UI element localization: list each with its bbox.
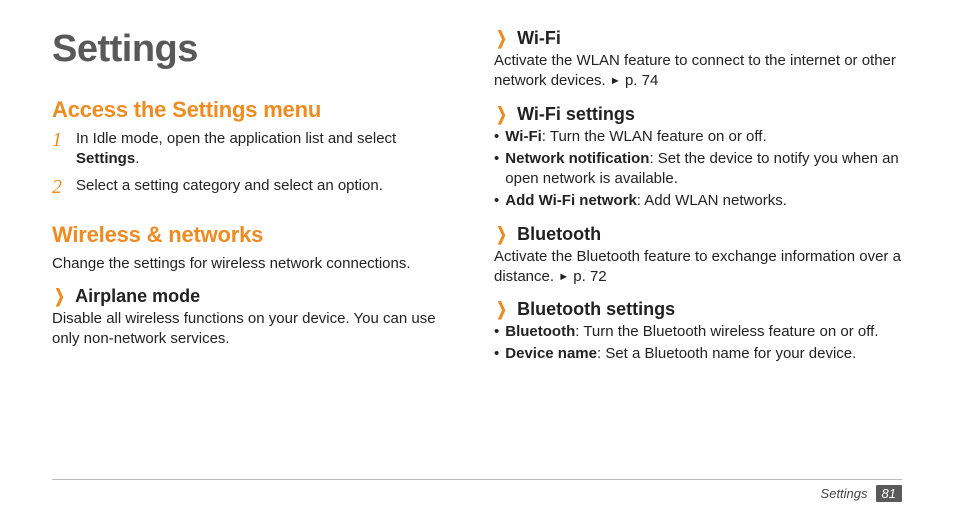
bullet-icon: • xyxy=(494,149,499,169)
wifi-body-pre: Activate the WLAN feature to connect to … xyxy=(494,52,896,89)
wifi-settings-item-2: • Add Wi-Fi network: Add WLAN networks. xyxy=(494,191,902,211)
step-1-number: 1 xyxy=(52,129,68,151)
airplane-mode-heading: Airplane mode xyxy=(75,286,200,307)
wifi-heading: Wi-Fi xyxy=(517,28,561,49)
step-2-pre: Select a setting category and select an … xyxy=(76,177,383,194)
bluetooth-settings-item-1-rest: : Set a Bluetooth name for your device. xyxy=(597,345,856,362)
step-1-pre: In Idle mode, open the application list … xyxy=(76,130,396,147)
triangle-right-icon: ► xyxy=(610,74,621,89)
wifi-body: Activate the WLAN feature to connect to … xyxy=(494,51,902,92)
triangle-right-icon: ► xyxy=(558,270,569,285)
wifi-settings-item-0-bold: Wi-Fi xyxy=(505,128,542,145)
wifi-settings-item-1: • Network notification: Set the device t… xyxy=(494,149,902,190)
step-2: 2 Select a setting category and select a… xyxy=(52,176,460,198)
left-column: Settings Access the Settings menu 1 In I… xyxy=(52,28,460,478)
chevron-right-icon: ❯ xyxy=(496,224,507,245)
airplane-mode-heading-row: ❯ Airplane mode xyxy=(52,286,460,307)
chevron-right-icon: ❯ xyxy=(54,286,65,307)
chevron-right-icon: ❯ xyxy=(496,104,507,125)
bluetooth-settings-item-0-rest: : Turn the Bluetooth wireless feature on… xyxy=(575,323,878,340)
airplane-mode-body: Disable all wireless functions on your d… xyxy=(52,309,460,350)
wifi-settings-item-1-bold: Network notification xyxy=(505,150,649,167)
bluetooth-settings-item-1: • Device name: Set a Bluetooth name for … xyxy=(494,344,902,364)
bluetooth-settings-heading: Bluetooth settings xyxy=(517,299,675,320)
wifi-settings-item-2-bold: Add Wi-Fi network xyxy=(505,192,637,209)
page-footer: Settings 81 xyxy=(821,485,902,502)
step-1: 1 In Idle mode, open the application lis… xyxy=(52,129,460,170)
chevron-right-icon: ❯ xyxy=(496,299,507,320)
bullet-icon: • xyxy=(494,127,499,147)
footer-section-label: Settings xyxy=(821,486,868,501)
step-2-number: 2 xyxy=(52,176,68,198)
bullet-icon: • xyxy=(494,191,499,211)
step-1-text: In Idle mode, open the application list … xyxy=(76,129,460,170)
wifi-settings-item-2-rest: : Add WLAN networks. xyxy=(637,192,787,209)
bluetooth-body-pre: Activate the Bluetooth feature to exchan… xyxy=(494,248,901,285)
bluetooth-settings-item-0: • Bluetooth: Turn the Bluetooth wireless… xyxy=(494,322,902,342)
bluetooth-settings-item-1-bold: Device name xyxy=(505,345,597,362)
footer-rule xyxy=(52,479,902,480)
wifi-ref: p. 74 xyxy=(625,72,658,89)
right-column: ❯ Wi-Fi Activate the WLAN feature to con… xyxy=(494,28,902,478)
bluetooth-settings-item-0-bold: Bluetooth xyxy=(505,323,575,340)
step-2-text: Select a setting category and select an … xyxy=(76,176,383,196)
wifi-settings-item-0-rest: : Turn the WLAN feature on or off. xyxy=(542,128,767,145)
page-title: Settings xyxy=(52,28,460,71)
bluetooth-heading: Bluetooth xyxy=(517,224,601,245)
bluetooth-settings-heading-row: ❯ Bluetooth settings xyxy=(494,299,902,320)
wireless-networks-body: Change the settings for wireless network… xyxy=(52,254,460,274)
bluetooth-ref: p. 72 xyxy=(573,268,606,285)
step-1-bold: Settings xyxy=(76,150,135,167)
wifi-settings-heading: Wi-Fi settings xyxy=(517,104,635,125)
footer-page-number: 81 xyxy=(876,485,902,502)
bullet-icon: • xyxy=(494,344,499,364)
heading-wireless-networks: Wireless & networks xyxy=(52,222,460,248)
wifi-settings-heading-row: ❯ Wi-Fi settings xyxy=(494,104,902,125)
step-1-post: . xyxy=(135,150,139,167)
bluetooth-body: Activate the Bluetooth feature to exchan… xyxy=(494,247,902,288)
heading-access-settings: Access the Settings menu xyxy=(52,97,460,123)
wifi-heading-row: ❯ Wi-Fi xyxy=(494,28,902,49)
bullet-icon: • xyxy=(494,322,499,342)
bluetooth-heading-row: ❯ Bluetooth xyxy=(494,224,902,245)
wifi-settings-item-0: • Wi-Fi: Turn the WLAN feature on or off… xyxy=(494,127,902,147)
chevron-right-icon: ❯ xyxy=(496,28,507,49)
